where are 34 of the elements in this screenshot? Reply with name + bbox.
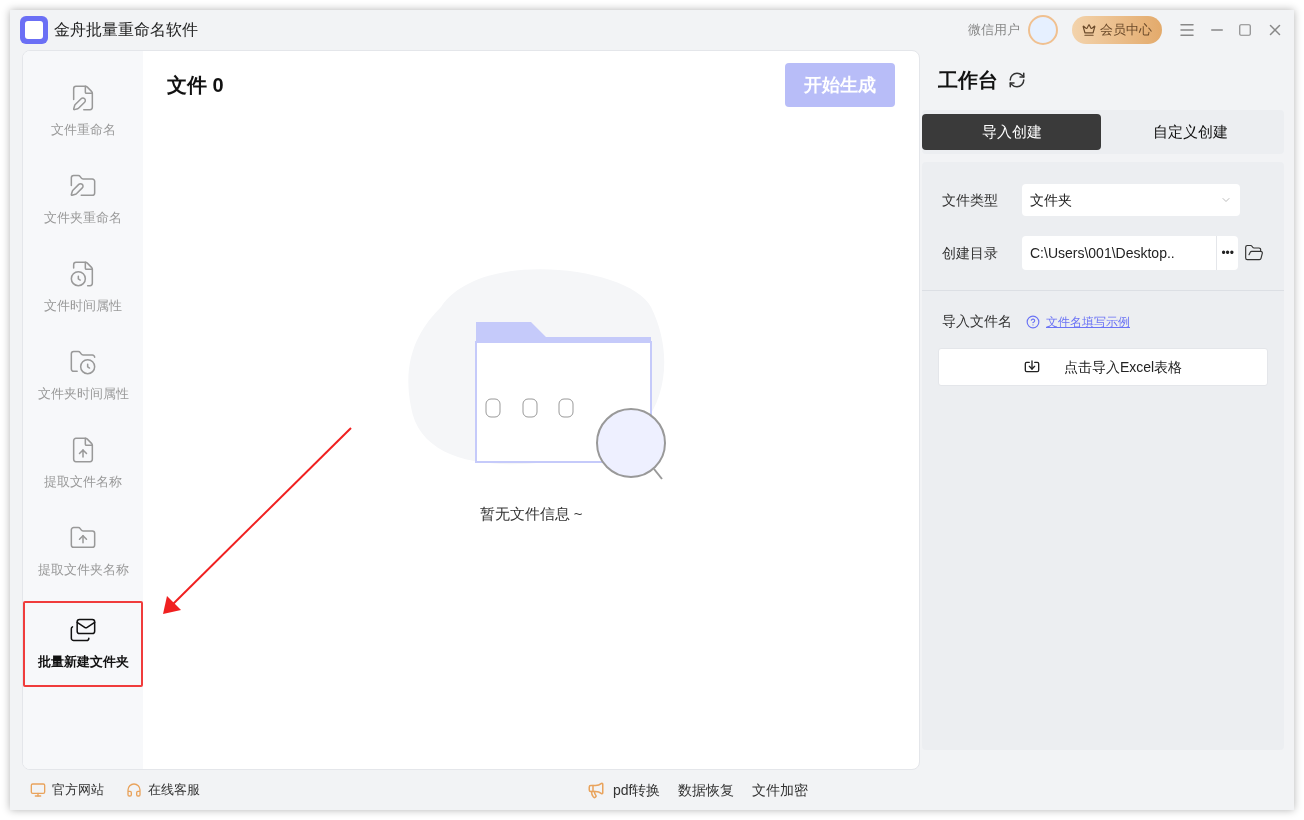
headset-icon xyxy=(126,782,142,798)
footer-link[interactable]: 数据恢复 xyxy=(678,779,735,801)
monitor-icon xyxy=(30,782,46,798)
import-excel-button[interactable]: 点击导入Excel表格 xyxy=(938,348,1268,386)
footer-link[interactable]: 文件加密 xyxy=(752,779,809,801)
folder-clock-icon xyxy=(69,348,97,377)
folder-icon[interactable] xyxy=(1244,243,1264,263)
file-type-label: 文件类型 xyxy=(942,190,999,210)
megaphone-icon xyxy=(587,781,605,799)
app-logo-icon xyxy=(20,16,48,44)
refresh-icon[interactable] xyxy=(1008,71,1026,89)
file-type-dropdown[interactable]: 文件夹 xyxy=(1022,184,1240,216)
user-name: 微信用户 xyxy=(968,21,1020,40)
directory-label: 创建目录 xyxy=(942,243,999,263)
footer-link[interactable]: 官方网站 xyxy=(30,780,104,800)
sidebar-item[interactable]: 批量新建文件夹 xyxy=(23,601,143,687)
empty-message: 暂无文件信息 ~ xyxy=(479,504,583,524)
vip-center-button[interactable]: 会员中心 xyxy=(1072,16,1162,44)
tab[interactable]: 导入创建 xyxy=(922,114,1101,150)
tab[interactable]: 自定义创建 xyxy=(1101,114,1280,150)
crown-icon xyxy=(1082,23,1096,37)
import-filename-label: 导入文件名 xyxy=(942,312,1012,331)
import-icon xyxy=(1023,359,1040,375)
maximize-icon[interactable] xyxy=(1238,23,1252,37)
menu-icon[interactable] xyxy=(1178,21,1196,39)
directory-field[interactable]: C:\Users\001\Desktop.. xyxy=(1022,242,1217,264)
footer-link[interactable]: 在线客服 xyxy=(126,780,200,800)
help-icon xyxy=(1026,314,1040,329)
window-title: 金舟批量重命名软件 xyxy=(54,20,198,40)
file-count-title: 文件 0 xyxy=(167,73,224,98)
browse-more-button[interactable]: ••• xyxy=(1216,236,1238,270)
workbench-title: 工作台 xyxy=(938,68,998,93)
footer-link[interactable]: pdf转换 xyxy=(613,779,661,801)
filename-example-link[interactable]: 文件名填写示例 xyxy=(1046,312,1130,331)
